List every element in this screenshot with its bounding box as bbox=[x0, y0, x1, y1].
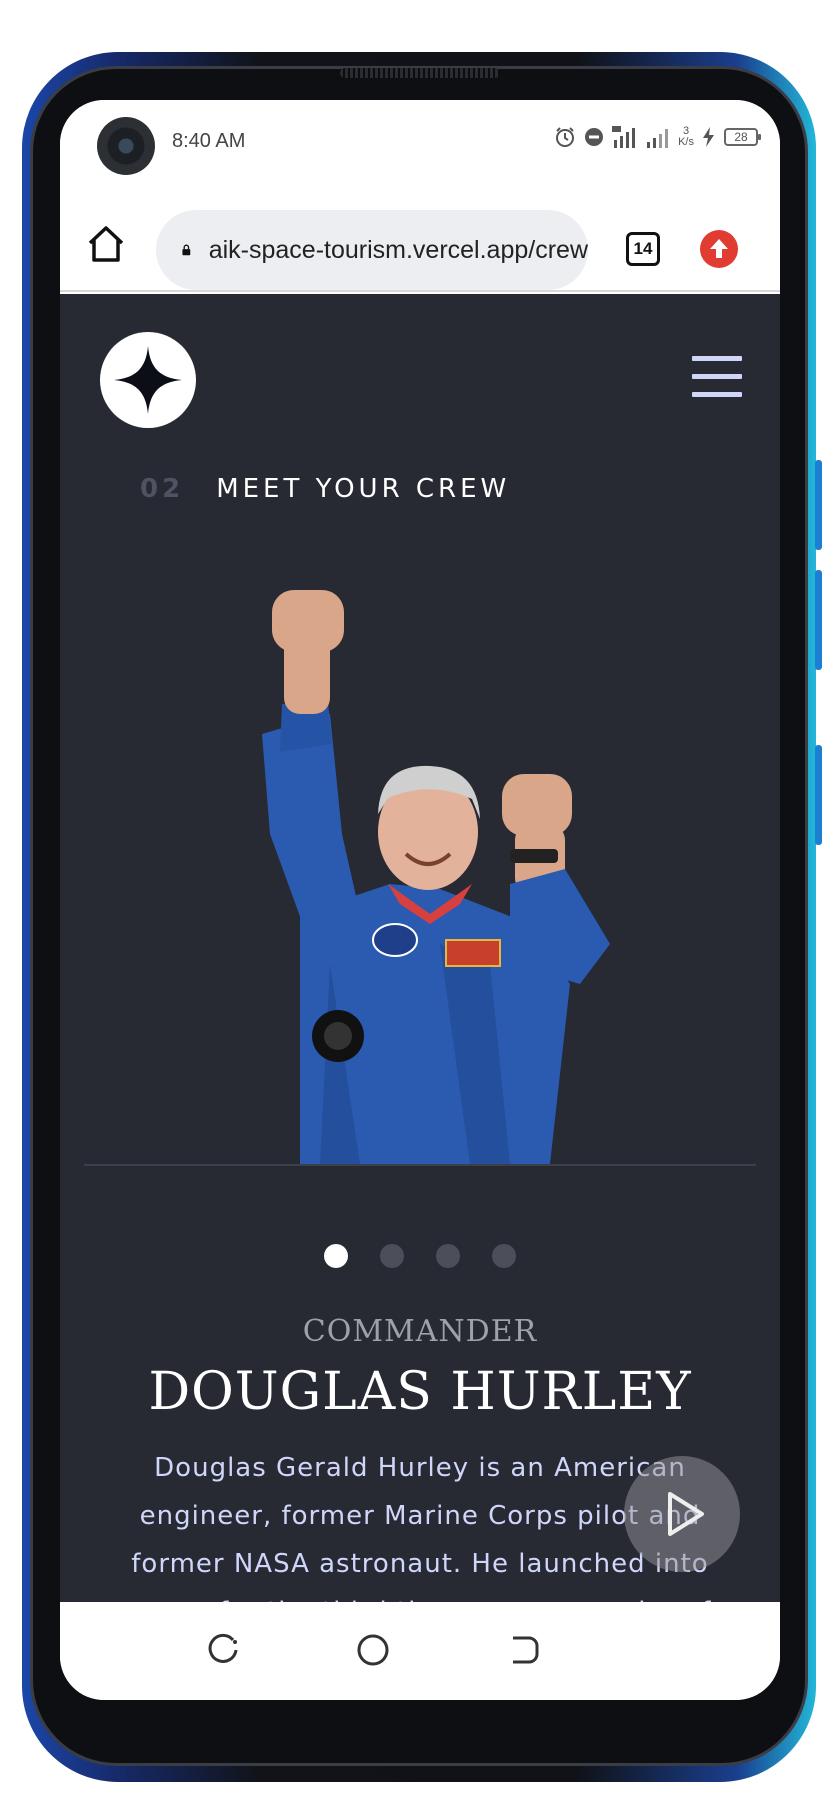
play-overlay-button[interactable] bbox=[624, 1456, 740, 1572]
back-icon[interactable] bbox=[505, 1632, 541, 1668]
section-number: 02 bbox=[140, 474, 185, 504]
home-icon[interactable] bbox=[86, 224, 126, 264]
carousel-dot-4[interactable] bbox=[492, 1244, 516, 1268]
volume-up-button bbox=[815, 460, 822, 550]
crew-carousel-dots bbox=[60, 1244, 780, 1268]
tabs-icon[interactable]: 14 bbox=[626, 232, 660, 266]
power-button bbox=[815, 745, 822, 845]
charging-icon bbox=[703, 127, 714, 147]
section-label: MEET YOUR CREW bbox=[216, 474, 511, 504]
front-camera bbox=[97, 117, 155, 175]
signal-icon bbox=[647, 129, 669, 148]
address-bar[interactable]: aik-space-tourism.vercel.app/crew bbox=[156, 210, 588, 290]
carousel-dot-3[interactable] bbox=[436, 1244, 460, 1268]
home-circle-icon[interactable] bbox=[355, 1632, 391, 1668]
alarm-icon bbox=[556, 127, 575, 147]
crew-member-image bbox=[262, 590, 610, 1164]
network-speed: 3 K/s bbox=[678, 126, 694, 148]
battery-icon: 28 bbox=[724, 128, 761, 146]
do-not-disturb-icon bbox=[585, 128, 604, 146]
crew-name: DOUGLAS HURLEY bbox=[148, 1362, 692, 1422]
image-divider bbox=[84, 1164, 756, 1166]
browser-toolbar: aik-space-tourism.vercel.app/crew 14 bbox=[60, 192, 780, 292]
network-speed-unit: K/s bbox=[678, 136, 694, 148]
crew-role: COMMANDER bbox=[302, 1314, 538, 1349]
status-icons: 3 K/s 28 bbox=[554, 126, 761, 148]
carousel-dot-2[interactable] bbox=[380, 1244, 404, 1268]
status-bar: 8:40 AM 3 K/s 28 bbox=[60, 100, 780, 192]
play-icon bbox=[668, 1492, 704, 1536]
menu-button[interactable] bbox=[692, 356, 742, 398]
earpiece-speaker bbox=[340, 68, 500, 78]
star-logo-icon bbox=[114, 346, 182, 414]
section-heading: 02 MEET YOUR CREW bbox=[140, 474, 510, 504]
lock-icon bbox=[182, 244, 191, 256]
signal-4g-icon bbox=[612, 126, 636, 148]
recents-icon[interactable] bbox=[205, 1632, 241, 1668]
hamburger-line bbox=[692, 356, 742, 361]
status-time: 8:40 AM bbox=[172, 130, 246, 152]
url-text: aik-space-tourism.vercel.app/crew bbox=[208, 235, 588, 264]
site-logo[interactable] bbox=[100, 332, 196, 428]
volume-down-button bbox=[815, 570, 822, 670]
system-nav-bar bbox=[60, 1602, 780, 1700]
crew-page: 02 MEET YOUR CREW COMMANDER DOUGLAS HURL… bbox=[60, 294, 780, 1602]
update-icon[interactable] bbox=[700, 230, 738, 268]
phone-screen: 8:40 AM 3 K/s 28 aik-space-tourism.vercel… bbox=[60, 100, 780, 1700]
hamburger-line bbox=[692, 374, 742, 379]
carousel-dot-1[interactable] bbox=[324, 1244, 348, 1268]
hamburger-line bbox=[692, 392, 742, 397]
